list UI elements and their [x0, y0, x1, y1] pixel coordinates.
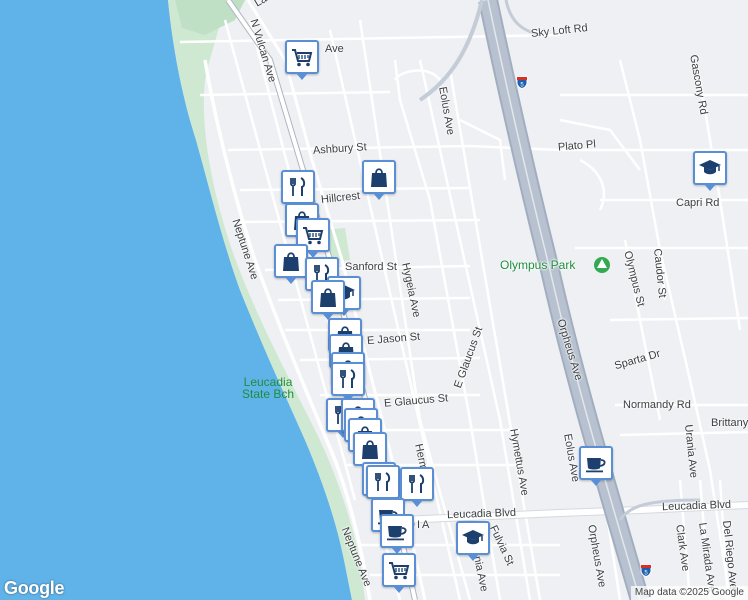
poi-pin-school[interactable]: [693, 151, 727, 191]
fork-knife-icon: [409, 474, 425, 493]
bag-icon: [362, 440, 378, 459]
coffee-cup-icon: [387, 526, 407, 541]
cart-icon: [292, 49, 313, 67]
street-label-capri: Capri Rd: [676, 197, 720, 209]
interstate-shield-icon: 5: [516, 76, 528, 89]
google-logo: Google: [4, 578, 65, 598]
poi-pin-shopping-bag[interactable]: [362, 160, 396, 200]
fork-knife-icon: [340, 369, 356, 388]
mortarboard-icon: [462, 530, 484, 545]
park-label-olympus: Olympus Park: [500, 258, 576, 272]
poi-pin-restaurant[interactable]: [331, 362, 365, 402]
street-label-normandy: Normandy Rd: [623, 399, 691, 411]
fork-knife-icon: [290, 177, 306, 196]
fork-knife-icon: [375, 472, 391, 491]
poi-pin-shopping-bag[interactable]: [353, 432, 387, 472]
poi-pin-shopping-bag[interactable]: [274, 244, 308, 284]
map-data-credit[interactable]: Map data ©2025 Google: [630, 586, 748, 600]
poi-pin-cafe[interactable]: [579, 446, 613, 486]
poi-pin-shopping-bag[interactable]: [311, 280, 345, 320]
map-view[interactable]: 5 5 La Costa N Vulcan Ave Ave Sky Loft R…: [0, 0, 748, 600]
mortarboard-icon: [699, 160, 721, 175]
beach-label: Leucadia State Bch: [242, 375, 295, 401]
street-label-ave: Ave: [325, 43, 344, 55]
poi-pin-restaurant[interactable]: [281, 170, 315, 210]
poi-pin-cafe[interactable]: [380, 514, 414, 554]
coffee-cup-icon: [586, 458, 606, 473]
poi-pin-shopping-cart[interactable]: [285, 40, 319, 80]
interstate-shield-icon: 5: [640, 564, 652, 577]
bag-icon: [283, 252, 299, 271]
street-label-sanford: Sanford St: [345, 261, 397, 273]
street-label-brittany: Brittany: [711, 417, 748, 429]
poi-pin-school[interactable]: [456, 521, 490, 561]
poi-pin-restaurant[interactable]: [400, 467, 434, 507]
poi-pin-restaurant[interactable]: [366, 465, 400, 505]
cart-icon: [389, 562, 410, 580]
bag-icon: [371, 168, 387, 187]
bag-icon: [320, 288, 336, 307]
poi-pin-shopping-cart[interactable]: [382, 553, 416, 593]
